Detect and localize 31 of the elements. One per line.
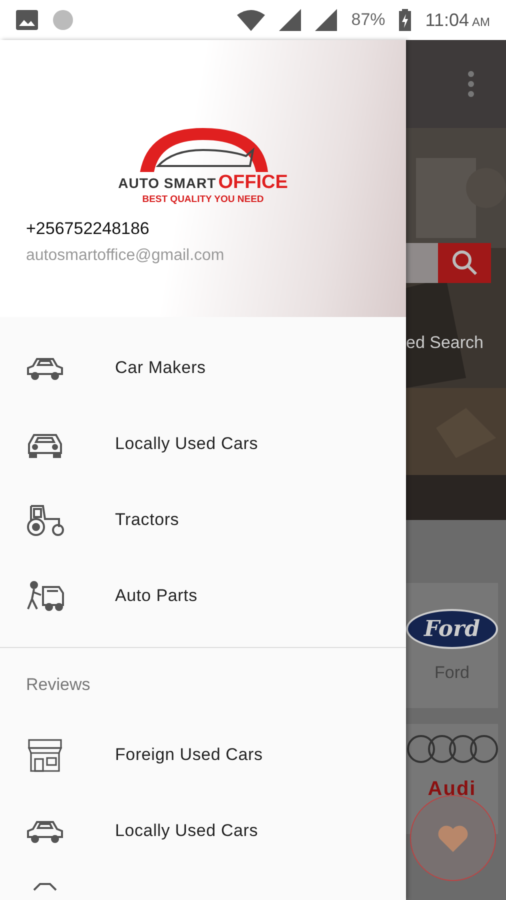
search-icon [452,250,478,276]
drawer-item[interactable]: Tractors [0,482,406,558]
clock: 11:04 AM [425,10,490,30]
mechanic-icon [25,579,65,613]
wifi-icon [237,9,266,31]
logo-tagline: BEST QUALITY YOU NEED [142,194,264,205]
battery-icon [399,9,412,31]
brand-logo: Ford [406,608,498,648]
section-header: Reviews [25,674,92,696]
shop-icon [25,737,65,773]
search-link[interactable]: ed Search [406,333,484,353]
drawer-item[interactable]: Locally Used Cars [0,406,406,482]
rings-icon [406,734,498,764]
brand-logo: Audi [428,778,476,801]
tractor-icon [25,503,65,537]
phone-number: +256752248186 [26,219,150,239]
search-button[interactable] [438,243,491,283]
more-icon[interactable] [468,71,474,97]
drawer-item[interactable]: Auto Parts [0,558,406,634]
drawer-item[interactable]: Locally Used Cars [0,793,406,869]
signal-icon [279,9,302,31]
logo-text: OFFICE [218,172,288,194]
signal-icon [315,9,338,31]
drawer-item[interactable]: Foreign Used Cars [0,717,406,793]
email-address: autosmartoffice@gmail.com [26,247,226,265]
logo-text: AUTO SMART [118,175,216,191]
drawer-item[interactable]: Car Makers [0,330,406,406]
battery-level: 87% [351,10,386,30]
car-icon [33,883,57,891]
image-icon [16,10,38,30]
heart-icon [437,824,469,852]
